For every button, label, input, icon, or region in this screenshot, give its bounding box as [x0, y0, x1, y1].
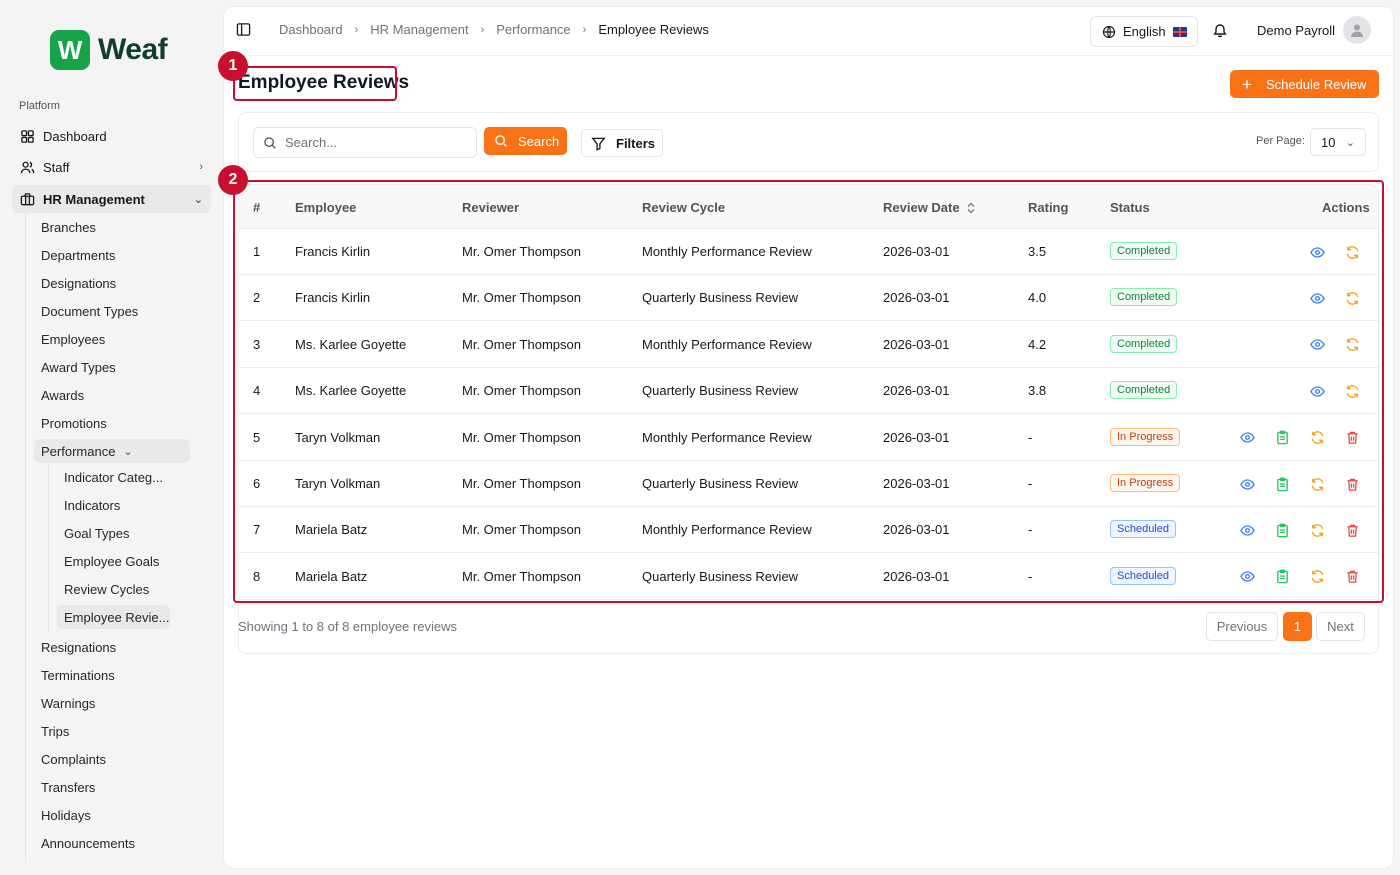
filter-icon: [591, 137, 606, 151]
schedule-review-button[interactable]: + Schedule Review: [1230, 70, 1379, 98]
previous-page-button[interactable]: Previous: [1206, 612, 1278, 641]
per-page-select[interactable]: 10 ⌄: [1310, 128, 1366, 156]
sidebar-item-hr-management[interactable]: HR Management ⌄: [12, 185, 211, 213]
chevron-right-icon: ›: [354, 23, 359, 36]
plus-icon: +: [1242, 74, 1252, 94]
sidebar-item-label: Staff: [43, 159, 70, 175]
language-selector[interactable]: English: [1090, 16, 1198, 47]
sidebar-sub-promotions[interactable]: Promotions: [34, 411, 107, 435]
breadcrumb-performance[interactable]: Performance: [496, 22, 570, 37]
sidebar-sub-departments[interactable]: Departments: [34, 243, 115, 267]
globe-icon: [1102, 25, 1116, 38]
filters-button-label: Filters: [616, 135, 656, 151]
users-icon: [20, 161, 35, 173]
submenu-guide-nested: [48, 464, 49, 632]
breadcrumb-hr-management[interactable]: HR Management: [370, 22, 468, 37]
page-1-button[interactable]: 1: [1283, 612, 1312, 641]
chevron-right-icon: ›: [199, 161, 203, 173]
sidebar-sub-awards[interactable]: Awards: [34, 383, 84, 407]
sidebar-sub-branches[interactable]: Branches: [34, 215, 96, 239]
user-menu[interactable]: Demo Payroll: [1257, 16, 1372, 44]
sidebar-sub2-indicators[interactable]: Indicators: [57, 493, 120, 517]
main-panel: Dashboard › HR Management › Performance …: [218, 7, 1393, 868]
sidebar-group-label: Platform: [19, 100, 60, 112]
chevron-right-icon: ›: [480, 23, 485, 36]
sidebar-sub-performance[interactable]: Performance ⌄: [34, 439, 190, 463]
per-page-value: 10: [1321, 134, 1336, 150]
briefcase-icon: [20, 192, 35, 205]
sidebar-sub-trips[interactable]: Trips: [34, 719, 69, 743]
sidebar-sub-holidays[interactable]: Holidays: [34, 803, 91, 827]
search-button[interactable]: Search: [484, 127, 567, 155]
avatar: [1343, 16, 1372, 44]
search-box: [253, 127, 477, 158]
callout-number-2: 2: [218, 165, 248, 195]
sidebar-sub-designations[interactable]: Designations: [34, 271, 116, 295]
sidebar-item-label: HR Management: [43, 191, 145, 207]
sidebar-sub2-goal-types[interactable]: Goal Types: [57, 521, 130, 545]
uk-flag-icon: [1172, 26, 1187, 37]
sidebar-item-dashboard[interactable]: Dashboard: [12, 122, 211, 150]
sidebar-sub2-employee-reviews[interactable]: Employee Revie...: [57, 605, 170, 629]
breadcrumb-dashboard[interactable]: Dashboard: [279, 22, 343, 37]
search-input[interactable]: [285, 135, 465, 150]
sidebar-item-label: Dashboard: [43, 128, 107, 144]
logo-text: Weaf: [98, 33, 168, 66]
sidebar-sub2-indicator-categories[interactable]: Indicator Categ...: [57, 465, 163, 489]
breadcrumb-current: Employee Reviews: [598, 22, 709, 37]
sidebar-sub2-review-cycles[interactable]: Review Cycles: [57, 577, 149, 601]
callout-number-1: 1: [218, 51, 248, 81]
search-icon: [264, 136, 276, 149]
sidebar: W Weaf Platform Dashboard Staff › HR Man…: [0, 0, 222, 875]
chevron-down-icon: ⌄: [1345, 136, 1355, 149]
sidebar-sub-warnings[interactable]: Warnings: [34, 691, 95, 715]
filter-bar: Search Filters Per Page: 10 ⌄: [238, 112, 1379, 172]
search-icon: [495, 135, 507, 147]
grid-icon: [21, 129, 34, 143]
chevron-right-icon: ›: [582, 23, 587, 36]
pagination-summary: Showing 1 to 8 of 8 employee reviews: [238, 619, 457, 634]
language-label: English: [1123, 24, 1166, 39]
sidebar-toggle-icon[interactable]: [236, 22, 251, 37]
sidebar-sub-announcements[interactable]: Announcements: [34, 831, 135, 855]
sidebar-sub-transfers[interactable]: Transfers: [34, 775, 95, 799]
sidebar-sub-label: Performance: [41, 443, 116, 459]
callout-box-1: [233, 66, 397, 101]
next-page-button[interactable]: Next: [1316, 612, 1365, 641]
sidebar-sub-employees[interactable]: Employees: [34, 327, 105, 351]
schedule-review-label: Schedule Review: [1265, 76, 1367, 92]
sidebar-sub-document-types[interactable]: Document Types: [34, 299, 138, 323]
sidebar-sub2-employee-goals[interactable]: Employee Goals: [57, 549, 159, 573]
submenu-guide: [25, 213, 26, 863]
sidebar-sub-award-types[interactable]: Award Types: [34, 355, 116, 379]
sidebar-item-staff[interactable]: Staff ›: [12, 153, 211, 181]
bell-icon[interactable]: [1212, 22, 1228, 38]
search-button-label: Search: [518, 133, 560, 149]
breadcrumb: Dashboard › HR Management › Performance …: [236, 22, 709, 37]
logo-mark: W: [50, 30, 90, 70]
chevron-down-icon: ⌄: [193, 193, 203, 206]
user-name: Demo Payroll: [1257, 22, 1336, 38]
chevron-down-icon: ⌄: [123, 445, 133, 458]
callout-box-2: [233, 180, 1384, 603]
sidebar-sub-complaints[interactable]: Complaints: [34, 747, 106, 771]
brand-logo[interactable]: W Weaf: [50, 30, 168, 70]
topbar: Dashboard › HR Management › Performance …: [224, 7, 1393, 56]
per-page-label: Per Page:: [1256, 135, 1305, 147]
sidebar-sub-terminations[interactable]: Terminations: [34, 663, 115, 687]
sidebar-sub-resignations[interactable]: Resignations: [34, 635, 116, 659]
filters-button[interactable]: Filters: [581, 129, 663, 157]
user-icon: [1351, 24, 1364, 37]
